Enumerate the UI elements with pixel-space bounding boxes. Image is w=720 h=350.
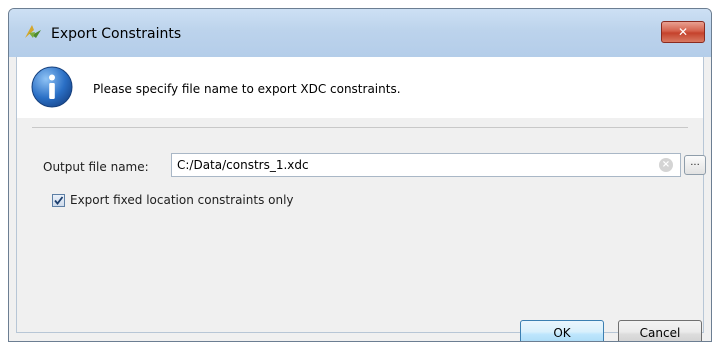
checkmark-icon — [54, 196, 64, 205]
dialog-title: Export Constraints — [51, 26, 182, 42]
ok-button[interactable]: OK — [520, 320, 604, 341]
browse-button[interactable]: ... — [684, 155, 706, 175]
dialog-content: Please specify file name to export XDC c… — [16, 57, 706, 341]
info-icon — [31, 66, 73, 108]
info-message: Please specify file name to export XDC c… — [93, 82, 401, 96]
clear-input-icon[interactable]: × — [659, 158, 673, 172]
export-fixed-label[interactable]: Export fixed location constraints only — [70, 193, 294, 207]
output-file-input[interactable] — [171, 153, 681, 177]
cancel-button[interactable]: Cancel — [618, 320, 702, 341]
export-fixed-checkbox[interactable] — [52, 194, 65, 207]
title-bar[interactable]: Export Constraints ✕ — [9, 9, 711, 57]
output-file-label: Output file name: — [43, 160, 149, 174]
export-constraints-dialog: Export Constraints ✕ Please specify file… — [8, 8, 712, 342]
vivado-logo-icon — [25, 25, 41, 38]
message-area: Please specify file name to export XDC c… — [17, 57, 703, 118]
close-button[interactable]: ✕ — [661, 21, 705, 43]
close-icon: ✕ — [677, 25, 689, 39]
separator — [32, 127, 688, 128]
